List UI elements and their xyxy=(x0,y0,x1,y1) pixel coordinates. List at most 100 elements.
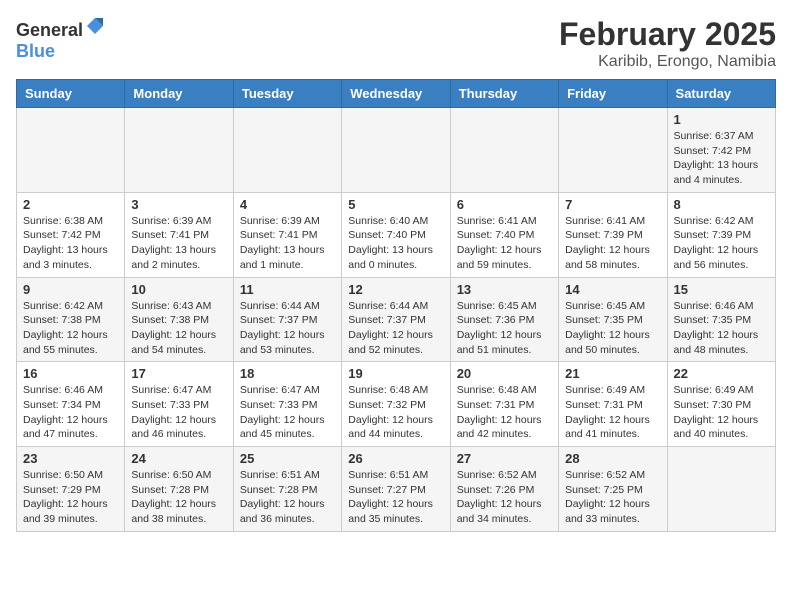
calendar-day-cell: 9 Sunrise: 6:42 AM Sunset: 7:38 PM Daylig… xyxy=(17,277,125,362)
calendar-day-cell: 18 Sunrise: 6:47 AM Sunset: 7:33 PM Dayli… xyxy=(233,362,341,447)
day-info: Sunrise: 6:48 AM Sunset: 7:31 PM Dayligh… xyxy=(457,383,552,442)
day-info: Sunrise: 6:44 AM Sunset: 7:37 PM Dayligh… xyxy=(348,299,443,358)
calendar-table: SundayMondayTuesdayWednesdayThursdayFrid… xyxy=(16,79,776,532)
calendar-day-cell: 6 Sunrise: 6:41 AM Sunset: 7:40 PM Daylig… xyxy=(450,192,558,277)
page-header: General Blue February 2025 Karibib, Eron… xyxy=(16,16,776,71)
day-number: 24 xyxy=(131,451,226,466)
day-number: 28 xyxy=(565,451,660,466)
month-title: February 2025 xyxy=(559,16,776,53)
calendar-week-row: 9 Sunrise: 6:42 AM Sunset: 7:38 PM Daylig… xyxy=(17,277,776,362)
day-number: 17 xyxy=(131,366,226,381)
calendar-day-cell xyxy=(667,447,775,532)
day-number: 12 xyxy=(348,282,443,297)
calendar-day-cell: 5 Sunrise: 6:40 AM Sunset: 7:40 PM Daylig… xyxy=(342,192,450,277)
day-info: Sunrise: 6:38 AM Sunset: 7:42 PM Dayligh… xyxy=(23,214,118,273)
day-info: Sunrise: 6:49 AM Sunset: 7:30 PM Dayligh… xyxy=(674,383,769,442)
calendar-day-cell xyxy=(125,108,233,193)
calendar-day-cell: 26 Sunrise: 6:51 AM Sunset: 7:27 PM Dayli… xyxy=(342,447,450,532)
day-info: Sunrise: 6:50 AM Sunset: 7:29 PM Dayligh… xyxy=(23,468,118,527)
day-info: Sunrise: 6:48 AM Sunset: 7:32 PM Dayligh… xyxy=(348,383,443,442)
calendar-day-cell: 1 Sunrise: 6:37 AM Sunset: 7:42 PM Daylig… xyxy=(667,108,775,193)
day-number: 15 xyxy=(674,282,769,297)
calendar-day-cell: 15Sunrise: 6:46 AM Sunset: 7:35 PM Dayli… xyxy=(667,277,775,362)
logo-icon xyxy=(85,16,105,36)
calendar-day-cell: 23 Sunrise: 6:50 AM Sunset: 7:29 PM Dayli… xyxy=(17,447,125,532)
day-number: 3 xyxy=(131,197,226,212)
day-info: Sunrise: 6:37 AM Sunset: 7:42 PM Dayligh… xyxy=(674,129,769,188)
weekday-header-cell: Friday xyxy=(559,80,667,108)
calendar-day-cell xyxy=(17,108,125,193)
day-number: 23 xyxy=(23,451,118,466)
day-info: Sunrise: 6:41 AM Sunset: 7:40 PM Dayligh… xyxy=(457,214,552,273)
day-number: 9 xyxy=(23,282,118,297)
weekday-header-cell: Thursday xyxy=(450,80,558,108)
calendar-week-row: 2Sunrise: 6:38 AM Sunset: 7:42 PM Daylig… xyxy=(17,192,776,277)
day-info: Sunrise: 6:50 AM Sunset: 7:28 PM Dayligh… xyxy=(131,468,226,527)
calendar-day-cell xyxy=(233,108,341,193)
calendar-day-cell: 2Sunrise: 6:38 AM Sunset: 7:42 PM Daylig… xyxy=(17,192,125,277)
weekday-header-cell: Wednesday xyxy=(342,80,450,108)
calendar-day-cell: 21Sunrise: 6:49 AM Sunset: 7:31 PM Dayli… xyxy=(559,362,667,447)
logo-blue: Blue xyxy=(16,41,55,61)
weekday-header-row: SundayMondayTuesdayWednesdayThursdayFrid… xyxy=(17,80,776,108)
day-number: 25 xyxy=(240,451,335,466)
day-number: 5 xyxy=(348,197,443,212)
location-title: Karibib, Erongo, Namibia xyxy=(559,53,776,71)
day-info: Sunrise: 6:47 AM Sunset: 7:33 PM Dayligh… xyxy=(131,383,226,442)
day-info: Sunrise: 6:45 AM Sunset: 7:35 PM Dayligh… xyxy=(565,299,660,358)
calendar-day-cell: 24 Sunrise: 6:50 AM Sunset: 7:28 PM Dayli… xyxy=(125,447,233,532)
day-info: Sunrise: 6:51 AM Sunset: 7:27 PM Dayligh… xyxy=(348,468,443,527)
day-info: Sunrise: 6:43 AM Sunset: 7:38 PM Dayligh… xyxy=(131,299,226,358)
calendar-day-cell: 20 Sunrise: 6:48 AM Sunset: 7:31 PM Dayli… xyxy=(450,362,558,447)
calendar-day-cell xyxy=(559,108,667,193)
day-number: 16 xyxy=(23,366,118,381)
day-number: 19 xyxy=(348,366,443,381)
day-number: 20 xyxy=(457,366,552,381)
title-area: February 2025 Karibib, Erongo, Namibia xyxy=(559,16,776,71)
weekday-header-cell: Saturday xyxy=(667,80,775,108)
calendar-week-row: 16 Sunrise: 6:46 AM Sunset: 7:34 PM Dayli… xyxy=(17,362,776,447)
day-number: 26 xyxy=(348,451,443,466)
day-info: Sunrise: 6:49 AM Sunset: 7:31 PM Dayligh… xyxy=(565,383,660,442)
day-number: 22 xyxy=(674,366,769,381)
calendar-day-cell: 14Sunrise: 6:45 AM Sunset: 7:35 PM Dayli… xyxy=(559,277,667,362)
day-number: 6 xyxy=(457,197,552,212)
calendar-day-cell: 16 Sunrise: 6:46 AM Sunset: 7:34 PM Dayli… xyxy=(17,362,125,447)
day-number: 11 xyxy=(240,282,335,297)
day-info: Sunrise: 6:42 AM Sunset: 7:39 PM Dayligh… xyxy=(674,214,769,273)
calendar-day-cell: 12 Sunrise: 6:44 AM Sunset: 7:37 PM Dayli… xyxy=(342,277,450,362)
day-info: Sunrise: 6:46 AM Sunset: 7:34 PM Dayligh… xyxy=(23,383,118,442)
day-info: Sunrise: 6:44 AM Sunset: 7:37 PM Dayligh… xyxy=(240,299,335,358)
calendar-day-cell: 27 Sunrise: 6:52 AM Sunset: 7:26 PM Dayli… xyxy=(450,447,558,532)
calendar-week-row: 1 Sunrise: 6:37 AM Sunset: 7:42 PM Daylig… xyxy=(17,108,776,193)
calendar-day-cell: 8Sunrise: 6:42 AM Sunset: 7:39 PM Daylig… xyxy=(667,192,775,277)
calendar-day-cell: 17 Sunrise: 6:47 AM Sunset: 7:33 PM Dayli… xyxy=(125,362,233,447)
day-number: 10 xyxy=(131,282,226,297)
day-number: 27 xyxy=(457,451,552,466)
day-info: Sunrise: 6:52 AM Sunset: 7:25 PM Dayligh… xyxy=(565,468,660,527)
day-number: 7 xyxy=(565,197,660,212)
day-number: 13 xyxy=(457,282,552,297)
logo-general: General xyxy=(16,20,83,40)
calendar-day-cell xyxy=(342,108,450,193)
day-info: Sunrise: 6:39 AM Sunset: 7:41 PM Dayligh… xyxy=(240,214,335,273)
weekday-header-cell: Tuesday xyxy=(233,80,341,108)
day-info: Sunrise: 6:41 AM Sunset: 7:39 PM Dayligh… xyxy=(565,214,660,273)
day-info: Sunrise: 6:52 AM Sunset: 7:26 PM Dayligh… xyxy=(457,468,552,527)
weekday-header-cell: Monday xyxy=(125,80,233,108)
weekday-header-cell: Sunday xyxy=(17,80,125,108)
calendar-day-cell: 10 Sunrise: 6:43 AM Sunset: 7:38 PM Dayli… xyxy=(125,277,233,362)
day-number: 1 xyxy=(674,112,769,127)
logo: General Blue xyxy=(16,16,105,62)
day-info: Sunrise: 6:39 AM Sunset: 7:41 PM Dayligh… xyxy=(131,214,226,273)
calendar-day-cell: 7 Sunrise: 6:41 AM Sunset: 7:39 PM Daylig… xyxy=(559,192,667,277)
day-info: Sunrise: 6:47 AM Sunset: 7:33 PM Dayligh… xyxy=(240,383,335,442)
calendar-day-cell: 19 Sunrise: 6:48 AM Sunset: 7:32 PM Dayli… xyxy=(342,362,450,447)
calendar-day-cell: 4Sunrise: 6:39 AM Sunset: 7:41 PM Daylig… xyxy=(233,192,341,277)
calendar-day-cell xyxy=(450,108,558,193)
day-number: 18 xyxy=(240,366,335,381)
calendar-day-cell: 28 Sunrise: 6:52 AM Sunset: 7:25 PM Dayli… xyxy=(559,447,667,532)
day-info: Sunrise: 6:40 AM Sunset: 7:40 PM Dayligh… xyxy=(348,214,443,273)
calendar-day-cell: 13Sunrise: 6:45 AM Sunset: 7:36 PM Dayli… xyxy=(450,277,558,362)
day-info: Sunrise: 6:42 AM Sunset: 7:38 PM Dayligh… xyxy=(23,299,118,358)
